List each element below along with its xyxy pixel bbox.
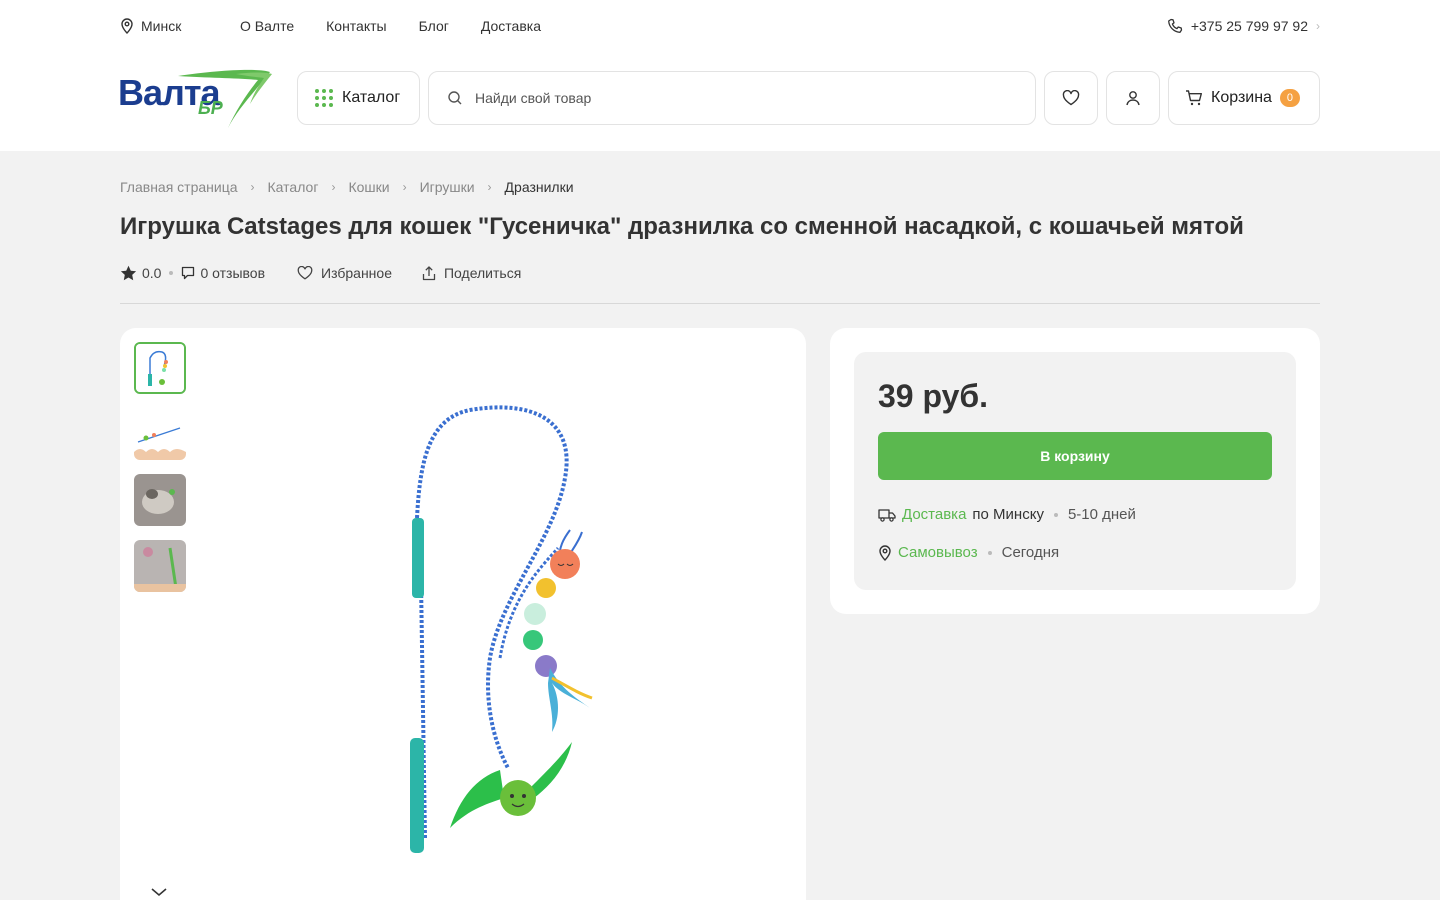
location-pin-icon [879, 544, 891, 561]
product-thumbnail-image [134, 540, 186, 592]
phone-link[interactable]: +375 25 799 97 92 › [1167, 18, 1320, 34]
product-thumbnail-image [134, 474, 186, 526]
chevron-right-icon: › [487, 180, 492, 194]
user-icon [1126, 91, 1140, 106]
search-input[interactable] [475, 90, 1015, 106]
truck-icon [878, 508, 896, 522]
rating-value: 0.0 [142, 265, 162, 281]
divider [120, 303, 1320, 304]
separator-dot [169, 271, 174, 275]
reviews-link[interactable]: 0 отзывов [181, 265, 265, 281]
separator-dot [987, 550, 992, 555]
breadcrumb-current: Дразнилки [504, 179, 574, 195]
logo-swoosh-icon [178, 69, 272, 128]
cart-label: Корзина [1211, 89, 1272, 106]
page-title: Игрушка Catstages для кошек "Гусеничка" … [120, 213, 1244, 240]
catalog-button[interactable]: Каталог [297, 71, 420, 125]
product-price: 39 руб. [878, 378, 989, 414]
share-icon [422, 265, 436, 280]
grid-dots-icon [315, 89, 333, 107]
catalog-label: Каталог [342, 89, 401, 106]
thumbnail-1[interactable] [134, 342, 186, 394]
delivery-link[interactable]: Доставка [902, 506, 966, 523]
thumbnail-3[interactable] [134, 474, 186, 526]
site-logo[interactable]: Валта БР [118, 68, 274, 134]
cart-count-badge: 0 [1279, 89, 1300, 107]
favorites-button[interactable] [1044, 71, 1098, 125]
nav-blog[interactable]: Блог [419, 18, 449, 34]
breadcrumb-home[interactable]: Главная страница [120, 179, 238, 195]
cart-icon [1186, 90, 1202, 106]
phone-number: +375 25 799 97 92 [1190, 18, 1308, 34]
phone-icon [1167, 18, 1182, 33]
cart-button[interactable]: Корзина 0 [1168, 71, 1320, 125]
delivery-time: 5-10 дней [1067, 506, 1136, 523]
thumbnail-2[interactable] [134, 408, 186, 460]
add-to-favorites[interactable]: Избранное [297, 265, 392, 281]
product-gallery [120, 328, 806, 900]
star-icon [120, 265, 137, 281]
top-bar: Минск О Валте Контакты Блог Доставка +37… [120, 18, 1320, 40]
rating[interactable]: 0.0 [120, 265, 161, 281]
buy-box: 39 руб. В корзину Доставка по Минску 5-1… [830, 328, 1320, 614]
chevron-down-icon [151, 888, 167, 897]
breadcrumb: Главная страница › Каталог › Кошки › Игр… [120, 179, 574, 195]
heart-icon [1062, 90, 1080, 106]
thumbnails-scroll-down[interactable] [150, 884, 168, 900]
product-meta: 0.0 0 отзывов Избранное Поделиться [120, 263, 521, 283]
pickup-info: Самовывоз Сегодня [878, 544, 1059, 561]
city-selector[interactable]: Минск [120, 18, 181, 34]
top-nav: О Валте Контакты Блог Доставка [240, 18, 541, 34]
city-label: Минск [141, 18, 182, 34]
breadcrumb-catalog[interactable]: Каталог [268, 179, 319, 195]
pickup-link[interactable]: Самовывоз [898, 544, 978, 561]
location-pin-icon [121, 18, 133, 34]
add-to-cart-button[interactable]: В корзину [878, 432, 1272, 480]
chevron-right-icon: › [331, 180, 336, 194]
chevron-right-icon: › [250, 180, 255, 194]
chevron-right-icon: › [402, 180, 407, 194]
breadcrumb-toys[interactable]: Игрушки [420, 179, 475, 195]
delivery-text: по Минску [972, 506, 1044, 523]
separator-dot [1053, 512, 1058, 517]
buy-box-inner: 39 руб. В корзину Доставка по Минску 5-1… [854, 352, 1296, 590]
product-main-image [410, 405, 593, 853]
thumbnail-4[interactable] [134, 540, 186, 592]
comment-icon [182, 266, 195, 280]
delivery-info: Доставка по Минску 5-10 дней [878, 506, 1136, 523]
account-button[interactable] [1106, 71, 1160, 125]
nav-about[interactable]: О Валте [240, 18, 294, 34]
site-header: Минск О Валте Контакты Блог Доставка +37… [0, 0, 1440, 151]
reviews-count: 0 отзывов [200, 265, 266, 281]
share-button[interactable]: Поделиться [422, 265, 521, 281]
breadcrumb-cats[interactable]: Кошки [348, 179, 389, 195]
product-thumbnail-image [134, 408, 186, 460]
search-icon [448, 91, 462, 105]
heart-icon [297, 266, 313, 280]
nav-contacts[interactable]: Контакты [326, 18, 386, 34]
favorites-label: Избранное [321, 265, 392, 281]
pickup-time: Сегодня [1001, 544, 1060, 561]
nav-delivery[interactable]: Доставка [481, 18, 541, 34]
search-bar [428, 71, 1036, 125]
product-thumbnail-image [136, 344, 184, 392]
share-label: Поделиться [443, 265, 522, 281]
chevron-right-icon: › [1316, 19, 1320, 33]
